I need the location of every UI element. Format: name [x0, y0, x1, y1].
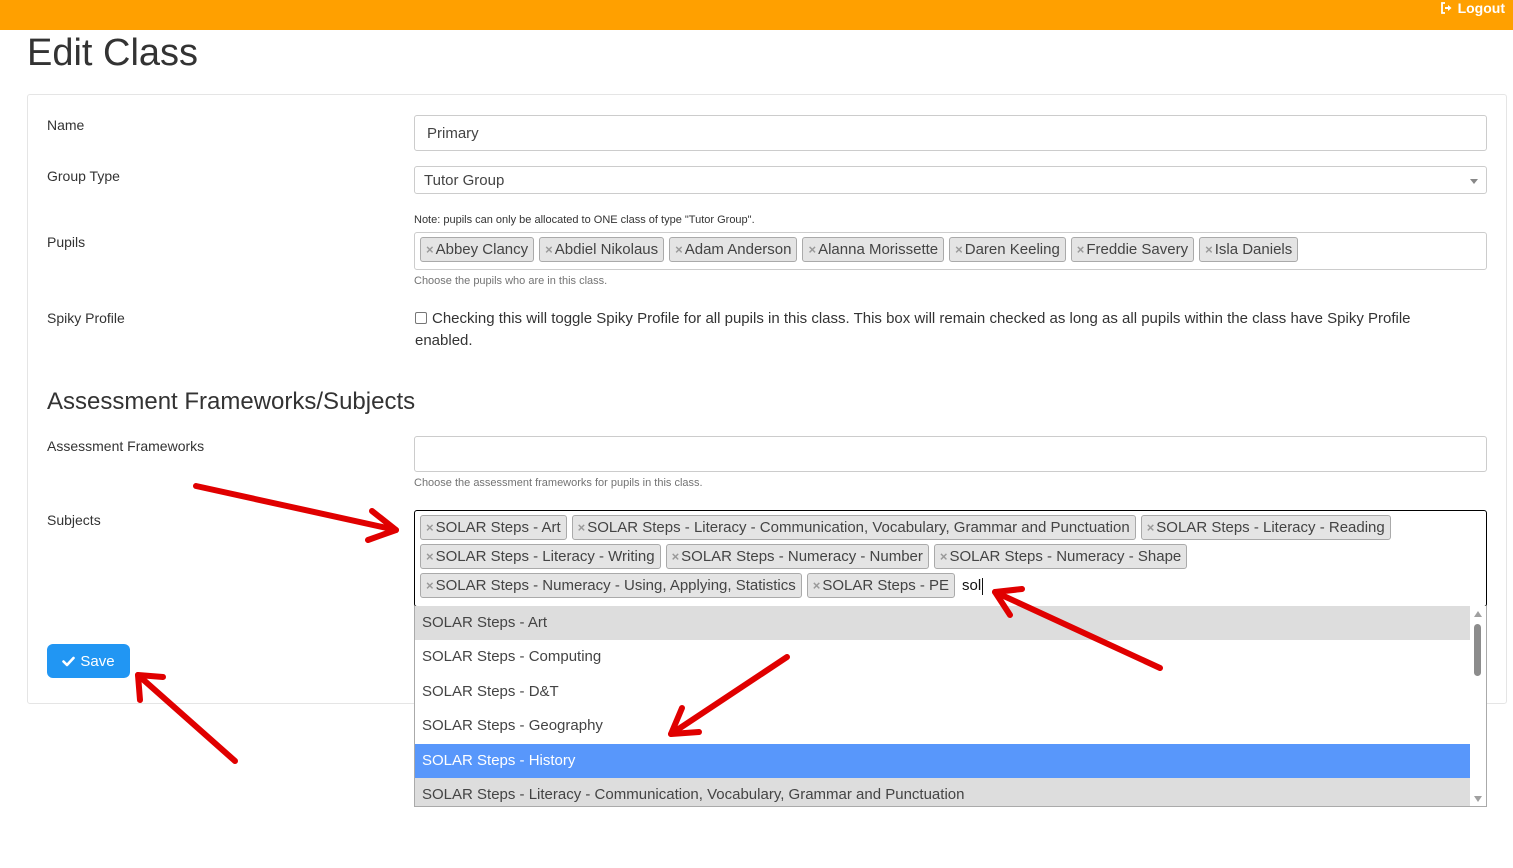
spiky-profile-label: Spiky Profile: [47, 310, 125, 326]
subject-tag: × SOLAR Steps - Numeracy - Number: [665, 544, 929, 569]
subjects-option[interactable]: SOLAR Steps - History: [415, 743, 1472, 778]
remove-tag-icon[interactable]: ×: [426, 549, 434, 564]
subject-tag: × SOLAR Steps - Literacy - Communication,…: [571, 515, 1136, 540]
subject-tag-label: SOLAR Steps - Art: [435, 519, 561, 536]
subjects-option[interactable]: SOLAR Steps - Art: [415, 606, 1472, 641]
subjects-dropdown: SOLAR Steps - Art SOLAR Steps - Computing…: [414, 606, 1487, 807]
subjects-option[interactable]: SOLAR Steps - Computing: [415, 640, 1472, 675]
remove-tag-icon[interactable]: ×: [675, 242, 683, 257]
chevron-down-icon: [1470, 179, 1478, 184]
pupil-tag: × Isla Daniels: [1199, 237, 1299, 262]
frameworks-multiselect[interactable]: [414, 436, 1487, 472]
pupil-tag-label: Adam Anderson: [684, 241, 792, 258]
pupils-label: Pupils: [47, 234, 86, 250]
subject-tag: × SOLAR Steps - Numeracy - Shape: [933, 544, 1188, 569]
pupils-help: Choose the pupils who are in this class.: [414, 275, 608, 287]
remove-tag-icon[interactable]: ×: [426, 578, 434, 593]
save-label: Save: [80, 652, 115, 670]
remove-tag-icon[interactable]: ×: [426, 242, 434, 257]
spiky-profile-description: Checking this will toggle Spiky Profile …: [415, 310, 1411, 349]
remove-tag-icon[interactable]: ×: [545, 242, 553, 257]
subjects-option[interactable]: SOLAR Steps - Geography: [415, 709, 1472, 744]
save-button[interactable]: Save: [47, 644, 130, 678]
remove-tag-icon[interactable]: ×: [813, 578, 821, 593]
subject-tag: × SOLAR Steps - Numeracy - Using, Applyin…: [420, 573, 802, 598]
name-input-value: Primary: [427, 125, 479, 142]
logout-label: Logout: [1457, 0, 1505, 16]
top-bar: Logout: [0, 0, 1513, 30]
remove-tag-icon[interactable]: ×: [578, 520, 586, 535]
subjects-multiselect[interactable]: × SOLAR Steps - Art × SOLAR Steps - Literac…: [414, 510, 1487, 607]
subjects-option[interactable]: SOLAR Steps - Literacy - Communication, …: [415, 777, 1472, 806]
subject-tag: × SOLAR Steps - Literacy - Reading: [1140, 515, 1391, 540]
logout-link[interactable]: Logout: [1440, 0, 1505, 16]
subjects-option[interactable]: SOLAR Steps - D&T: [415, 674, 1472, 710]
pupil-tag-label: Daren Keeling: [964, 241, 1060, 258]
subjects-tag-list: × SOLAR Steps - Art × SOLAR Steps - Literac…: [415, 511, 1486, 602]
subject-tag: × SOLAR Steps - Art: [420, 515, 567, 540]
remove-tag-icon[interactable]: ×: [426, 520, 434, 535]
sign-out-icon: [1440, 2, 1452, 14]
frameworks-label: Assessment Frameworks: [47, 438, 205, 454]
subject-tag-label: SOLAR Steps - PE: [822, 577, 950, 594]
pupil-tag: × Abbey Clancy: [420, 237, 535, 262]
group-type-value: Tutor Group: [424, 172, 505, 189]
scroll-down-icon[interactable]: [1474, 796, 1482, 802]
group-type-select[interactable]: Tutor Group: [414, 166, 1487, 194]
subject-tag-label: SOLAR Steps - Literacy - Communication, …: [587, 519, 1130, 536]
pupils-multiselect[interactable]: × Abbey Clancy × Abdiel Nikolaus × Adam Ander…: [414, 232, 1487, 270]
text-caret: [982, 577, 984, 595]
remove-tag-icon[interactable]: ×: [940, 549, 948, 564]
subject-tag-label: SOLAR Steps - Literacy - Writing: [435, 548, 655, 565]
subject-tag-label: SOLAR Steps - Numeracy - Using, Applying…: [435, 577, 796, 594]
pupil-tag-label: Alanna Morissette: [818, 241, 939, 258]
pupils-tag-list: × Abbey Clancy × Abdiel Nikolaus × Adam Ander…: [415, 233, 1486, 266]
pupil-tag: × Abdiel Nikolaus: [539, 237, 665, 262]
frameworks-help: Choose the assessment frameworks for pup…: [414, 477, 703, 489]
spiky-profile-checkbox[interactable]: [415, 312, 427, 324]
remove-tag-icon[interactable]: ×: [1147, 520, 1155, 535]
subject-tag-label: SOLAR Steps - Numeracy - Shape: [949, 548, 1182, 565]
pupil-tag-label: Abbey Clancy: [435, 241, 529, 258]
subject-tag-label: SOLAR Steps - Literacy - Reading: [1156, 519, 1385, 536]
subjects-label: Subjects: [47, 512, 101, 528]
pupils-note: Note: pupils can only be allocated to ON…: [414, 214, 755, 226]
remove-tag-icon[interactable]: ×: [955, 242, 963, 257]
name-label: Name: [47, 117, 85, 133]
subject-tag-label: SOLAR Steps - Numeracy - Number: [681, 548, 923, 565]
pupil-tag: × Daren Keeling: [949, 237, 1066, 262]
section-title: Assessment Frameworks/Subjects: [47, 388, 416, 415]
page-title: Edit Class: [27, 32, 199, 74]
subjects-search-input[interactable]: sol: [960, 573, 984, 602]
dropdown-scrollbar[interactable]: [1470, 606, 1486, 806]
pupil-tag: × Freddie Savery: [1070, 237, 1195, 262]
scrollbar-thumb[interactable]: [1474, 624, 1481, 676]
group-type-label: Group Type: [47, 168, 120, 184]
subject-tag: × SOLAR Steps - Literacy - Writing: [420, 544, 661, 569]
pupil-tag-label: Freddie Savery: [1086, 241, 1189, 258]
subjects-search-text: sol: [962, 577, 982, 594]
remove-tag-icon[interactable]: ×: [1205, 242, 1213, 257]
check-icon: [62, 656, 76, 666]
scroll-up-icon[interactable]: [1474, 611, 1482, 617]
pupil-tag-label: Abdiel Nikolaus: [554, 241, 659, 258]
remove-tag-icon[interactable]: ×: [1077, 242, 1085, 257]
pupil-tag: × Adam Anderson: [669, 237, 798, 262]
name-input[interactable]: Primary: [414, 115, 1487, 151]
subject-tag: × SOLAR Steps - PE: [806, 573, 956, 598]
subjects-option-list: SOLAR Steps - Art SOLAR Steps - Computing…: [415, 606, 1472, 806]
pupil-tag: × Alanna Morissette: [802, 237, 945, 262]
remove-tag-icon[interactable]: ×: [672, 549, 680, 564]
pupil-tag-label: Isla Daniels: [1214, 241, 1293, 258]
remove-tag-icon[interactable]: ×: [808, 242, 816, 257]
